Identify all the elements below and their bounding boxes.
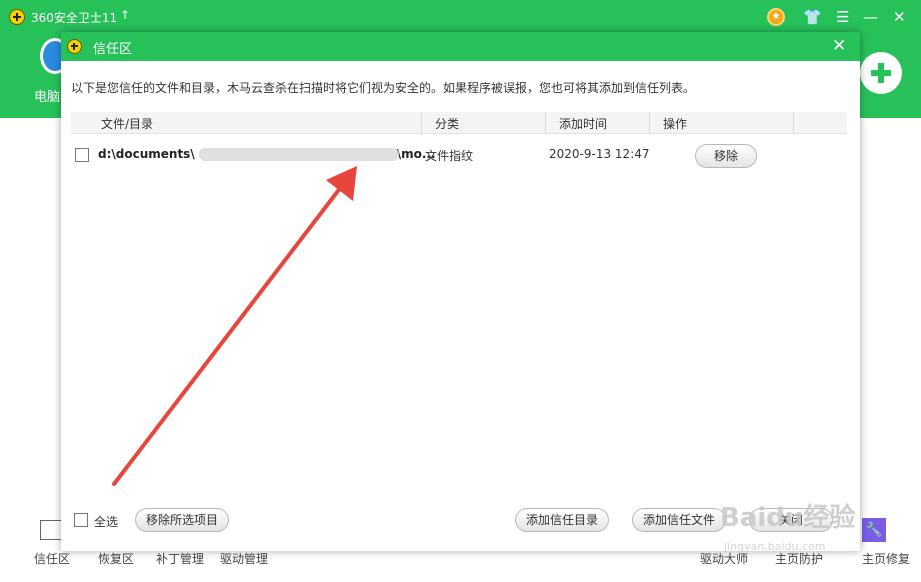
arrow-head <box>326 166 357 201</box>
baidu-watermark: Baidu经验 <box>720 503 856 533</box>
annotation-arrow <box>112 166 357 486</box>
arrow-shaft <box>112 181 346 486</box>
baidu-watermark-url: jingyan.baidu.com <box>724 540 826 553</box>
